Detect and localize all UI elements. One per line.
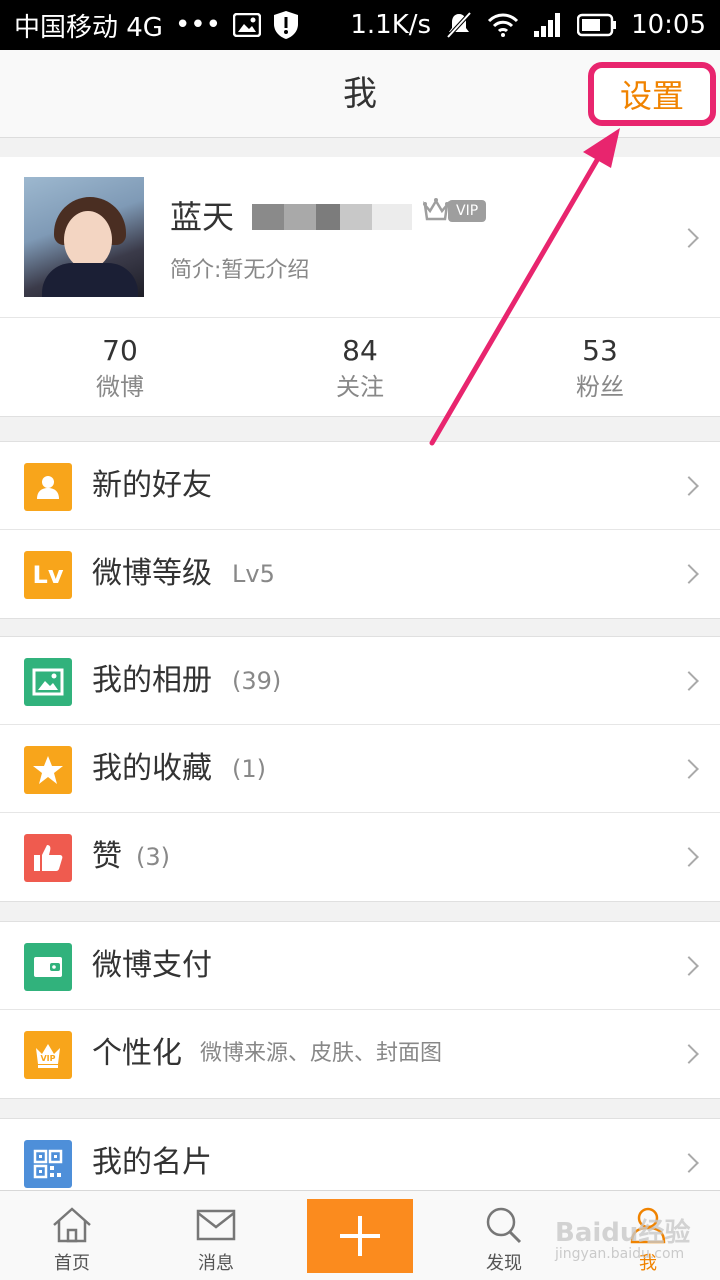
menu-item-label: 赞 bbox=[92, 839, 122, 874]
signal-icon bbox=[533, 12, 563, 38]
stat-followers-label: 粉丝 bbox=[576, 373, 624, 401]
envelope-icon bbox=[196, 1209, 236, 1241]
stat-weibo-label: 微博 bbox=[96, 373, 144, 401]
profile-bio: 简介:暂无介绍 bbox=[170, 258, 310, 283]
profile-name: 蓝天 bbox=[170, 198, 235, 236]
photo-icon bbox=[24, 658, 72, 706]
likes-count: (3) bbox=[136, 843, 170, 871]
menu-group-1: 新的好友 Lv 微博等级 Lv5 bbox=[0, 441, 720, 619]
menu-item-label: 我的收藏 bbox=[92, 751, 212, 786]
thumbs-up-icon bbox=[24, 834, 72, 882]
tab-home-label: 首页 bbox=[54, 1253, 90, 1274]
chevron-right-icon bbox=[679, 847, 699, 867]
stat-following-count: 84 bbox=[342, 334, 378, 367]
compose-button[interactable] bbox=[307, 1199, 413, 1273]
menu-item-label: 微博等级 bbox=[92, 556, 212, 591]
stat-weibo[interactable]: 70 微博 bbox=[0, 318, 240, 416]
level-value: Lv5 bbox=[232, 560, 275, 588]
battery-icon bbox=[577, 13, 617, 37]
tab-messages[interactable]: 消息 bbox=[144, 1191, 288, 1280]
clock: 10:05 bbox=[631, 10, 706, 40]
wallet-icon bbox=[24, 943, 72, 991]
redacted-id bbox=[252, 204, 412, 230]
profile-card[interactable]: 蓝天 VIP 简介:暂无介绍 bbox=[0, 157, 720, 317]
level-icon: Lv bbox=[24, 551, 72, 599]
avatar[interactable] bbox=[24, 177, 144, 297]
home-icon bbox=[53, 1207, 91, 1243]
chevron-right-icon bbox=[679, 476, 699, 496]
title-bar: 我 设置 bbox=[0, 50, 720, 138]
stat-following-label: 关注 bbox=[336, 373, 384, 401]
person-icon bbox=[24, 463, 72, 511]
menu-item-new-friends[interactable]: 新的好友 bbox=[0, 442, 720, 530]
carrier-label: 中国移动 4G bbox=[14, 12, 163, 43]
menu-item-album[interactable]: 我的相册 (39) bbox=[0, 637, 720, 725]
favorites-count: (1) bbox=[232, 755, 266, 783]
menu-group-2: 我的相册 (39) 我的收藏 (1) 赞 (3) bbox=[0, 636, 720, 902]
settings-button[interactable]: 设置 bbox=[588, 62, 716, 126]
network-speed: 1.1K/s bbox=[350, 10, 432, 40]
search-icon bbox=[486, 1207, 522, 1244]
menu-item-personalize[interactable]: VIP 个性化 微博来源、皮肤、封面图 bbox=[0, 1010, 720, 1098]
chevron-right-icon bbox=[679, 1044, 699, 1064]
chevron-right-icon bbox=[679, 228, 699, 248]
menu-item-favorites[interactable]: 我的收藏 (1) bbox=[0, 725, 720, 813]
svg-text:VIP: VIP bbox=[40, 1054, 55, 1063]
album-count: (39) bbox=[232, 667, 282, 695]
menu-item-level[interactable]: Lv 微博等级 Lv5 bbox=[0, 530, 720, 618]
tab-messages-label: 消息 bbox=[198, 1253, 234, 1274]
menu-item-label: 微博支付 bbox=[92, 948, 212, 983]
stat-following[interactable]: 84 关注 bbox=[240, 318, 480, 416]
chevron-right-icon bbox=[679, 564, 699, 584]
chevron-right-icon bbox=[679, 956, 699, 976]
tab-home[interactable]: 首页 bbox=[0, 1191, 144, 1280]
menu-item-likes[interactable]: 赞 (3) bbox=[0, 813, 720, 901]
mute-icon bbox=[445, 11, 473, 39]
vip-crown-icon: VIP bbox=[24, 1031, 72, 1079]
tab-discover-label: 发现 bbox=[486, 1253, 522, 1274]
stat-followers-count: 53 bbox=[582, 334, 618, 367]
menu-item-label: 我的相册 bbox=[92, 663, 212, 698]
watermark-url: jingyan.baidu.com bbox=[555, 1246, 685, 1262]
chevron-right-icon bbox=[679, 1153, 699, 1173]
chevron-right-icon bbox=[679, 759, 699, 779]
menu-group-3: 微博支付 VIP 个性化 微博来源、皮肤、封面图 bbox=[0, 921, 720, 1099]
shield-icon bbox=[273, 10, 299, 40]
crown-icon bbox=[422, 197, 450, 223]
stat-followers[interactable]: 53 粉丝 bbox=[480, 318, 720, 416]
personalize-description: 微博来源、皮肤、封面图 bbox=[200, 1041, 443, 1066]
star-icon bbox=[24, 746, 72, 794]
qr-code-icon bbox=[24, 1140, 72, 1188]
menu-item-label: 个性化 bbox=[92, 1036, 182, 1071]
image-icon bbox=[232, 13, 261, 37]
more-dots: ••• bbox=[174, 10, 221, 40]
plus-icon bbox=[340, 1216, 380, 1256]
wifi-icon bbox=[487, 13, 519, 37]
menu-item-label: 新的好友 bbox=[92, 468, 212, 503]
watermark-brand: Baidu经验 bbox=[555, 1218, 691, 1248]
stats-row: 70 微博 84 关注 53 粉丝 bbox=[0, 317, 720, 417]
chevron-right-icon bbox=[679, 671, 699, 691]
menu-item-pay[interactable]: 微博支付 bbox=[0, 922, 720, 1010]
vip-badge: VIP bbox=[448, 200, 487, 222]
status-bar: 中国移动 4G ••• 1.1K/s 10:05 bbox=[0, 0, 720, 50]
stat-weibo-count: 70 bbox=[102, 334, 138, 367]
